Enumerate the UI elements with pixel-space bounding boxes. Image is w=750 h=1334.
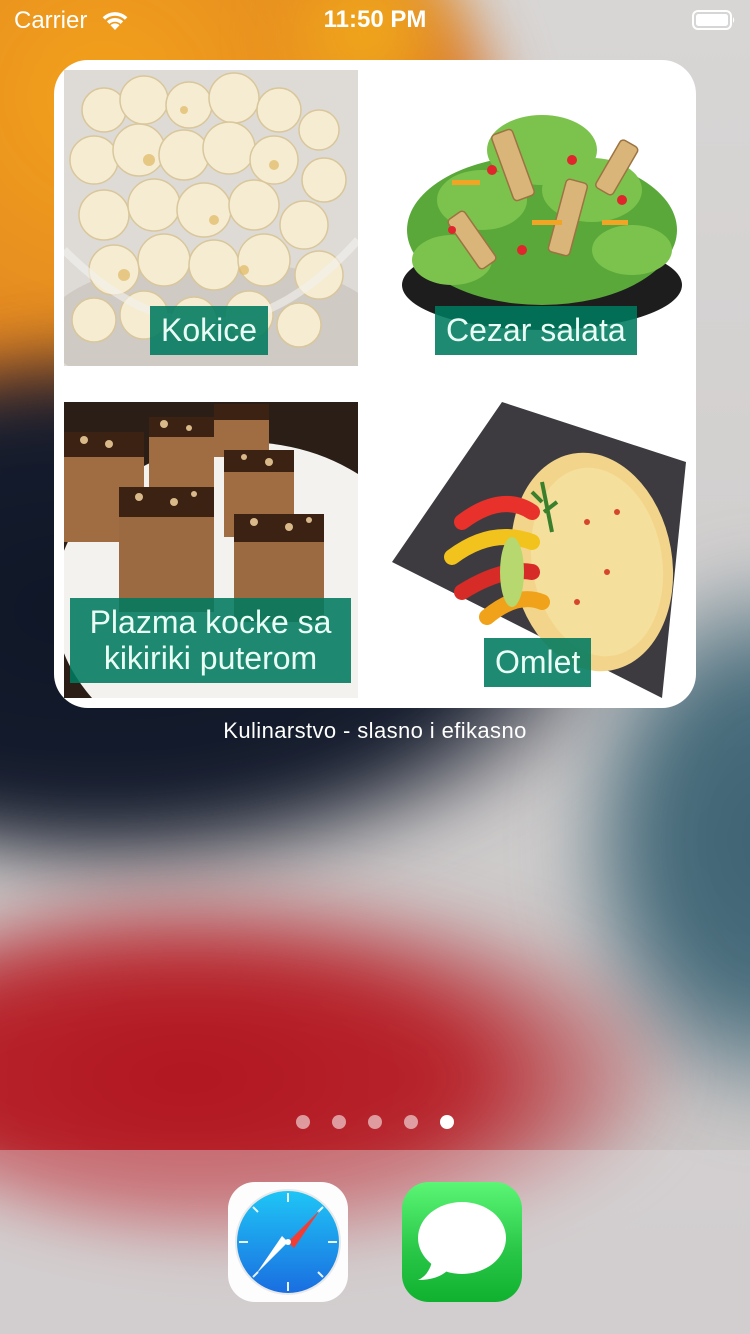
page-dot[interactable] [404,1115,418,1129]
battery-icon [692,10,735,30]
page-dot[interactable] [296,1115,310,1129]
messages-icon[interactable] [402,1182,522,1302]
recipe-tile-kokice[interactable]: Kokice [64,70,358,366]
recipe-tile-plazma-kocke[interactable]: Plazma kocke sa kikiriki puterom [64,402,358,698]
widget-caption: Kulinarstvo - slasno i efikasno [223,718,527,743]
recipe-label: Kokice [150,306,269,355]
dock [0,1150,750,1334]
recipe-label: Cezar salata [435,306,637,355]
recipe-tile-cezar-salata[interactable]: Cezar salata [392,70,686,366]
status-bar: Carrier 11:50 PM [0,0,750,40]
page-dot-active[interactable] [440,1115,454,1129]
status-time: 11:50 PM [323,6,427,33]
page-indicator[interactable] [0,1115,750,1129]
recipe-label: Omlet [484,638,592,687]
recipe-tile-omlet[interactable]: Omlet [392,402,686,698]
page-dot[interactable] [332,1115,346,1129]
recipes-widget[interactable]: Kokice Cezar salata Plazma kocke sa kiki… [54,60,696,708]
safari-icon[interactable] [228,1182,348,1302]
recipe-label: Plazma kocke sa kikiriki puterom [70,598,351,683]
page-dot[interactable] [368,1115,382,1129]
